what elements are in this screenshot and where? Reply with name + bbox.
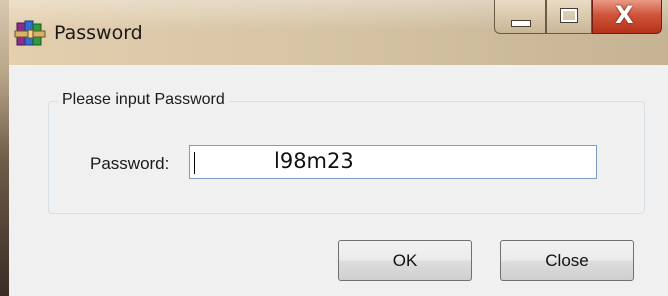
groupbox-title: Please input Password — [58, 91, 229, 109]
window-close-button[interactable]: X — [592, 0, 662, 34]
text-caret — [194, 152, 195, 174]
maximize-icon — [560, 8, 578, 23]
dialog-body: Please input Password Password: l98m23 O… — [9, 65, 668, 296]
maximize-button[interactable] — [546, 0, 592, 34]
window-left-border — [0, 0, 9, 296]
winrar-books-icon — [14, 20, 46, 46]
minimize-icon — [511, 20, 531, 27]
title-bar[interactable]: Password X — [0, 0, 668, 65]
window-title: Password — [54, 22, 143, 44]
password-label: Password: — [90, 154, 170, 173]
password-dialog: Password X Please input Password Passwor… — [0, 0, 668, 296]
close-icon: X — [615, 1, 634, 29]
minimize-button[interactable] — [494, 0, 546, 34]
password-input[interactable]: l98m23 — [189, 145, 597, 179]
password-input-value: l98m23 — [274, 149, 354, 173]
ok-button[interactable]: OK — [338, 240, 472, 281]
close-button[interactable]: Close — [500, 240, 634, 281]
